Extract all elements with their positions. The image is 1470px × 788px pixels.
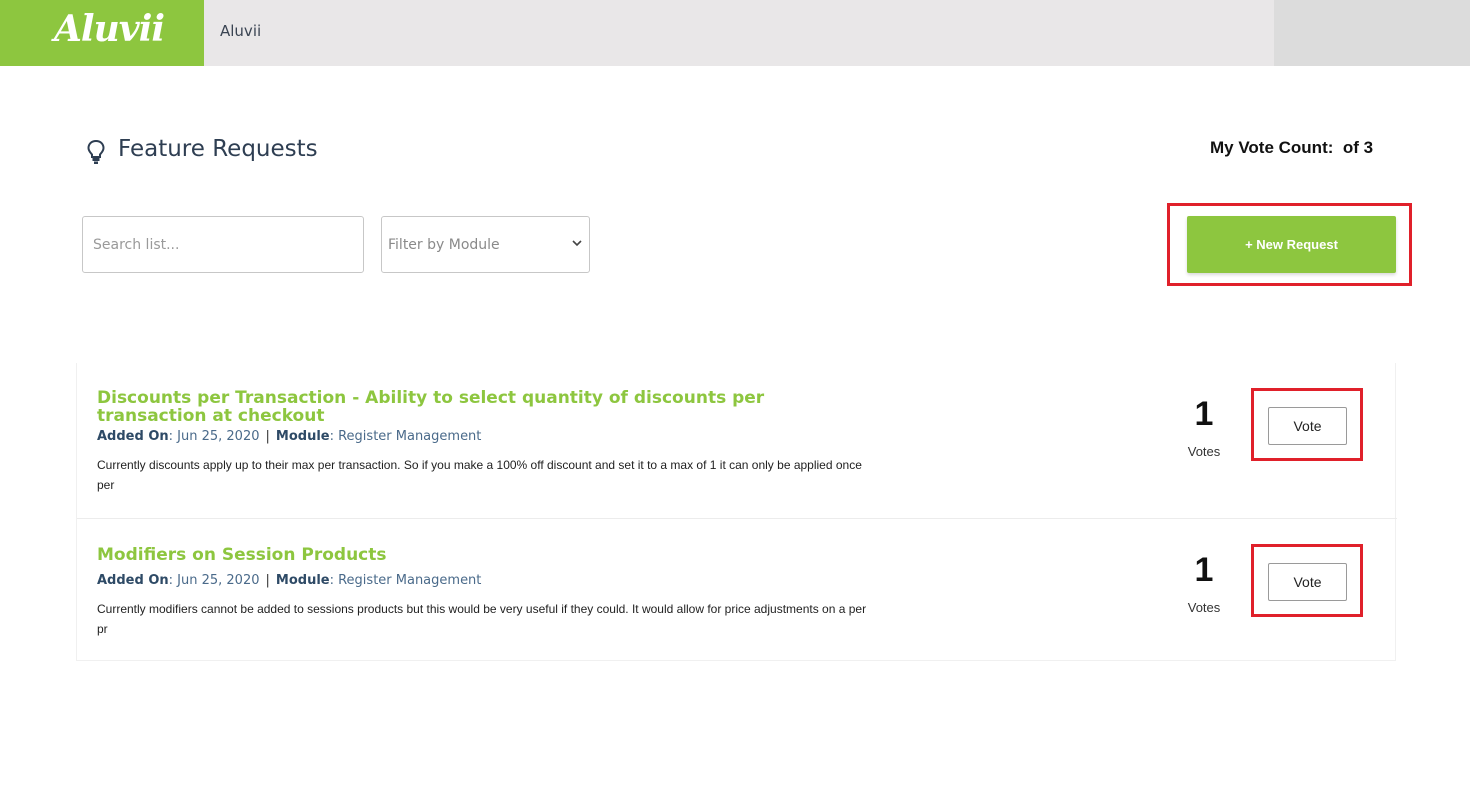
votes-label: Votes [1187,444,1221,459]
logo-text: Aluvii [54,8,165,50]
module-label: Module [275,429,330,444]
request-meta: Added On: Jun 25, 2020 | Module: Register … [97,429,481,444]
list-item: Discounts per Transaction - Ability to s… [77,363,1397,519]
org-name: Aluvii [220,22,262,40]
vote-button[interactable]: Vote [1268,563,1347,601]
module-label: Module [275,573,330,588]
request-title[interactable]: Modifiers on Session Products [97,546,867,564]
votes-label: Votes [1187,600,1221,615]
request-description: Currently modifiers cannot be added to s… [97,602,867,636]
list-item: Modifiers on Session Products Added On: … [77,519,1397,661]
module-filter-select[interactable]: Filter by Module [381,216,590,273]
my-vote-count: My Vote Count: of 3 [1210,138,1374,157]
module-value: : Register Management [329,573,482,588]
request-description: Currently discounts apply up to their ma… [97,458,862,492]
chevron-down-icon [572,240,582,247]
search-input[interactable] [82,216,364,273]
lightbulb-icon [87,139,105,164]
module-filter-label: Filter by Module [388,237,500,253]
page-title: Feature Requests [118,136,318,162]
meta-separator: | [265,429,270,444]
added-on-label: Added On [97,429,169,444]
vote-button[interactable]: Vote [1268,407,1347,445]
user-menu-area[interactable] [1274,0,1470,66]
added-on-label: Added On [97,573,169,588]
vote-total: 1 [1194,551,1214,589]
request-title[interactable]: Discounts per Transaction - Ability to s… [97,389,867,425]
meta-separator: | [265,573,270,588]
module-value: : Register Management [329,429,482,444]
added-on-date: : Jun 25, 2020 [168,573,260,588]
vote-total: 1 [1194,395,1214,433]
request-meta: Added On: Jun 25, 2020 | Module: Register … [97,573,481,588]
request-list: Discounts per Transaction - Ability to s… [76,363,1397,661]
top-bar: Aluvii Aluvii [0,0,1470,66]
added-on-date: : Jun 25, 2020 [168,429,260,444]
logo[interactable]: Aluvii [0,0,204,66]
new-request-button[interactable]: + New Request [1187,216,1396,273]
